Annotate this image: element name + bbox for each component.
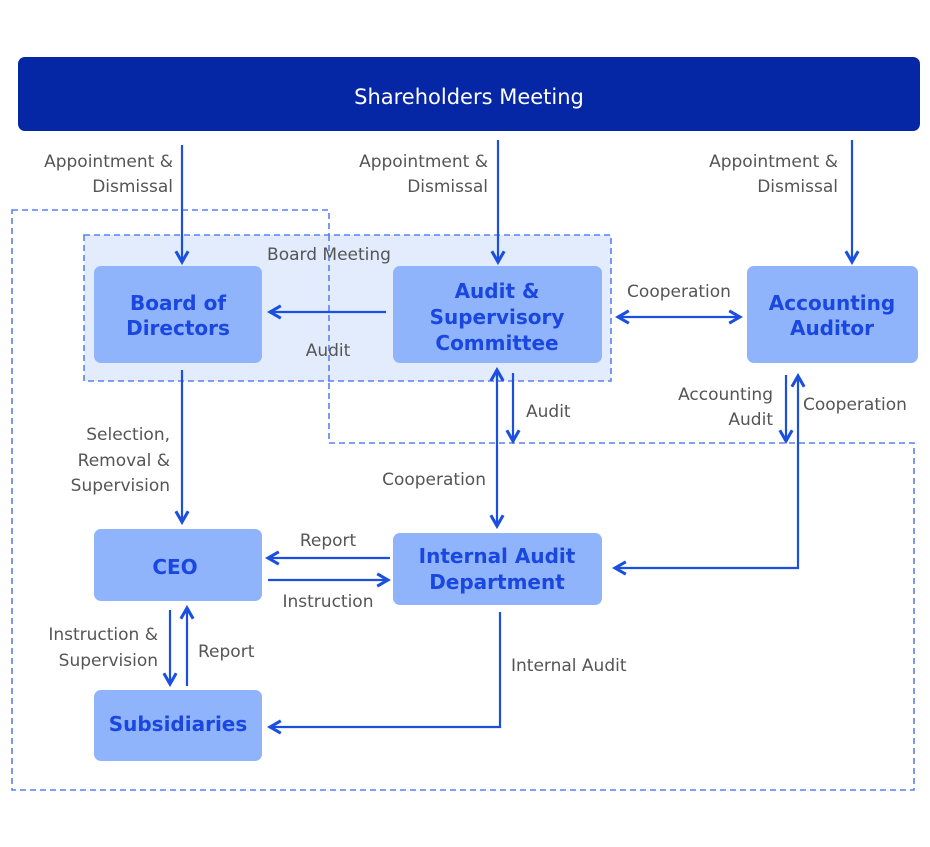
label-report-sub: Report xyxy=(198,642,255,662)
node-ceo: CEO xyxy=(94,529,262,601)
governance-diagram: Shareholders Meeting Board Meeting Board… xyxy=(11,57,920,791)
label-audit-iad: Audit xyxy=(526,402,571,422)
svg-text:CEO: CEO xyxy=(152,555,197,579)
node-subsidiaries: Subsidiaries xyxy=(94,690,262,761)
svg-text:Board ofDirectors: Board of Directors xyxy=(126,291,230,340)
label-cooperation-auditor: Cooperation xyxy=(627,282,731,302)
label-instruction-supervision: Instruction & Supervision xyxy=(48,625,158,671)
node-accounting-auditor: Accounting Auditor xyxy=(747,266,918,363)
label-instruction: Instruction xyxy=(283,592,374,612)
header-title: Shareholders Meeting xyxy=(354,85,584,109)
label-appointment-auditor: Appointment & Dismissal xyxy=(709,152,838,197)
label-selection: Selection, Removal & Supervision xyxy=(71,425,170,496)
node-board-of-directors: Board of Directors xyxy=(94,266,262,363)
label-cooperation-iad: Cooperation xyxy=(382,470,486,490)
arrows xyxy=(170,140,852,727)
board-meeting-label: Board Meeting xyxy=(267,245,391,265)
node-internal-audit-department: Internal Audit Department xyxy=(393,533,602,605)
node-audit-supervisory-committee: Audit & Supervisory Committee xyxy=(393,266,602,363)
label-appointment-asc: Appointment & Dismissal xyxy=(359,152,488,197)
label-appointment-board: Appointment & Dismissal xyxy=(44,152,173,197)
label-audit-board: Audit xyxy=(306,341,351,361)
svg-text:Subsidiaries: Subsidiaries xyxy=(109,712,248,736)
label-internal-audit: Internal Audit xyxy=(511,656,627,676)
label-report-ceo: Report xyxy=(300,531,357,551)
label-accounting-audit: Accounting Audit xyxy=(678,385,773,430)
label-cooperation-auditor-iad: Cooperation xyxy=(803,395,907,415)
